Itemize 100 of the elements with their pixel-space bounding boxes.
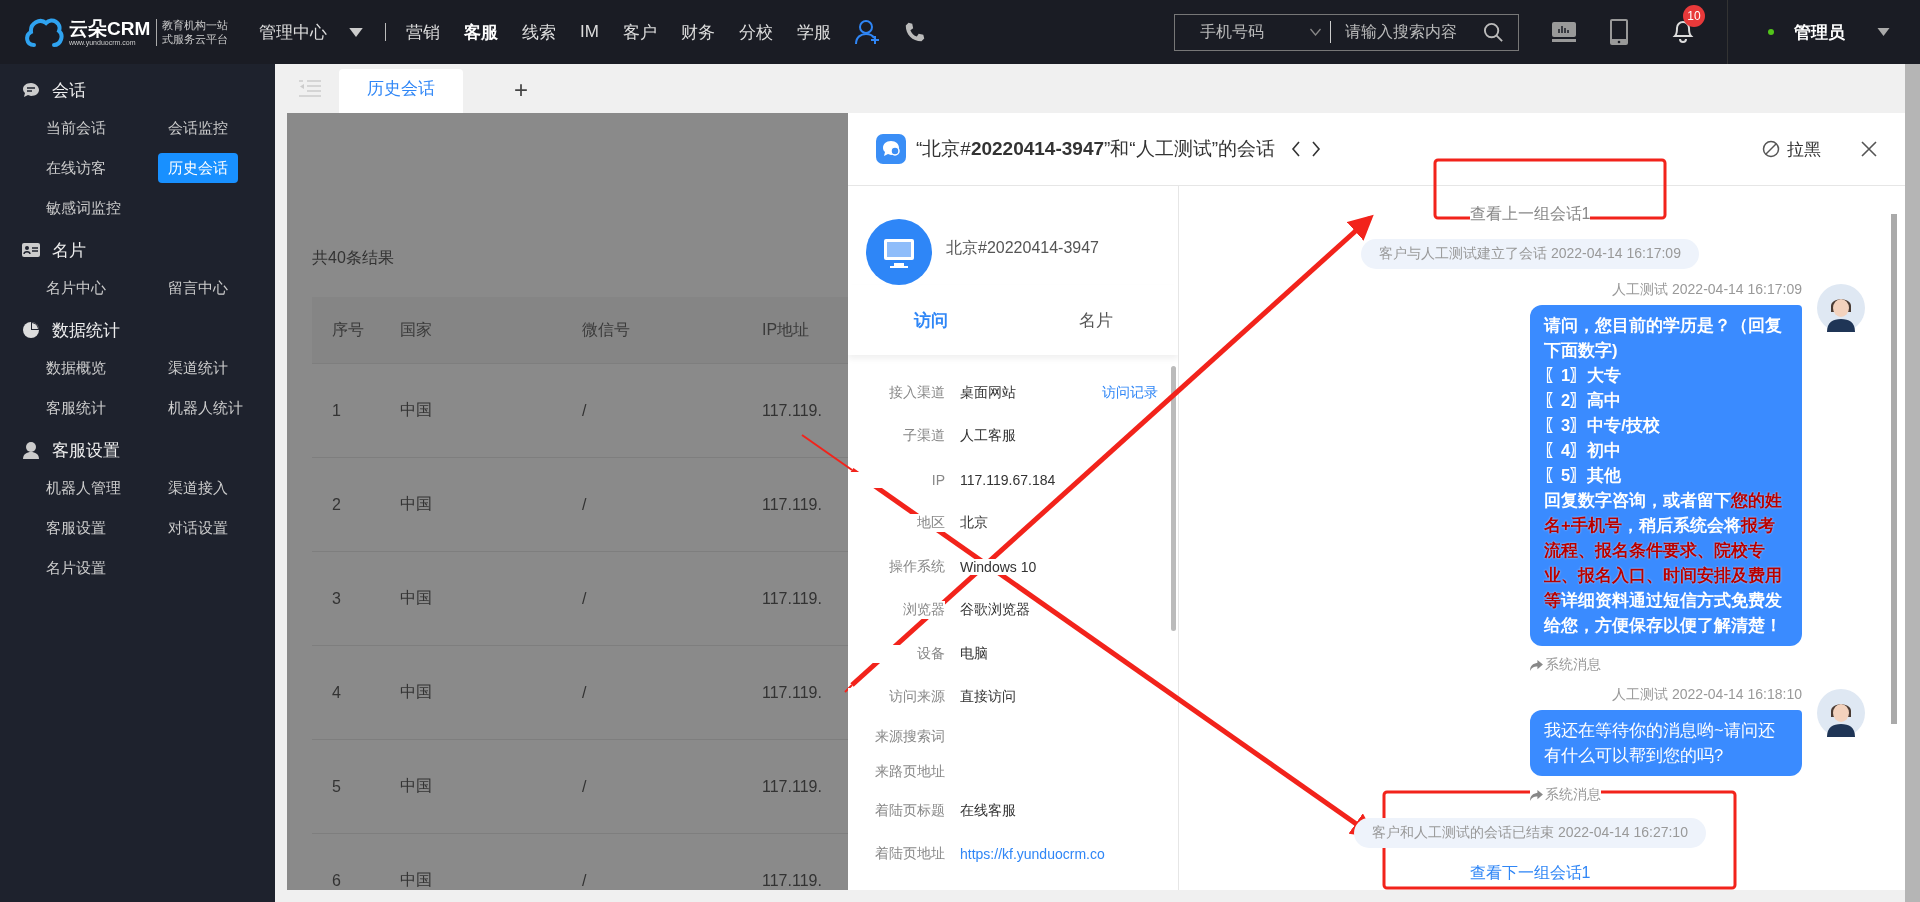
table-cell-text: 5 [331, 777, 342, 796]
table-cell-text: / [582, 589, 588, 608]
nav-link[interactable]: 客户 [622, 20, 657, 44]
scrollbar[interactable] [1891, 214, 1897, 724]
user-menu[interactable]: 管理员 [1788, 19, 1851, 45]
sidebar-group-title: 名片 [52, 239, 86, 262]
message-text: 〖4〗初中 [1544, 440, 1623, 461]
chevron-right-icon[interactable] [1311, 141, 1322, 157]
message-text: 请问，您目前的学历是？（回复下面数字) [1544, 315, 1783, 361]
notification-badge: 10 [1683, 5, 1705, 27]
module-dropdown[interactable]: 管理中心 [259, 20, 363, 44]
sidebar-item[interactable]: 渠道统计 [168, 353, 228, 383]
column-header: 国家 [400, 319, 433, 340]
sidebar-item[interactable]: 数据概览 [46, 353, 106, 383]
nav-link[interactable]: 财务 [680, 20, 715, 44]
caret-icon[interactable] [1877, 28, 1890, 36]
info-value: 桌面网站 [960, 383, 1016, 402]
column-header: IP地址 [762, 319, 811, 340]
message-text: 我还在等待你的消息哟~请问还有什么可以帮到您的吗? [1544, 720, 1776, 766]
sidebar-group-title: 会话 [52, 79, 86, 102]
column-header: 微信号 [582, 319, 631, 340]
table-cell-text: 3 [331, 589, 342, 608]
message-text: 回复数字咨询，或者留下您的姓名+手机号，稍后系统会将报考流程、报名条件要求、院校专业、报名入口、时间安排及费用等详细资料通过短信方式免费发给您，方便保存以便了解清楚！ [1544, 490, 1783, 636]
logo-slogan: 教育机构一站 [162, 18, 229, 32]
search-box[interactable]: 手机号码 请输入搜索内容 [1174, 13, 1519, 51]
forward-icon [1530, 659, 1543, 671]
table-cell-text: 117.119. [762, 777, 823, 796]
search-type-select[interactable]: 手机号码 [1175, 21, 1330, 43]
sidebar-item[interactable]: 在线访客 [46, 153, 106, 183]
pie-chart-icon [22, 321, 40, 339]
computer-avatar-icon [866, 219, 932, 285]
nav-link[interactable]: 客服 [464, 20, 498, 44]
nav-link[interactable]: 分校 [738, 20, 773, 44]
info-value: Windows 10 [960, 558, 1037, 575]
close-icon[interactable] [1861, 141, 1877, 157]
blacklist-button[interactable]: 拉黑 [1787, 137, 1821, 161]
landing-page-link[interactable]: https://kf.yunduocrm.co [960, 846, 1105, 863]
drawer-title: “北京#20220414-3947”和“人工测试”的会话 [916, 137, 1276, 161]
sidebar-item[interactable]: 对话设置 [168, 513, 228, 543]
table-cell-text: / [582, 871, 588, 890]
sidebar-item[interactable]: 留言中心 [168, 273, 228, 303]
scrollbar[interactable] [1905, 64, 1920, 902]
system-notice: 客户和人工测试的会话已结束 2022-04-14 16:27:10 [1354, 818, 1706, 848]
chat-bubble-icon [22, 82, 40, 98]
table-cell-text: 117.119. [762, 495, 823, 514]
nav-link[interactable]: IM [580, 22, 599, 42]
caret-icon [349, 27, 363, 37]
table-cell-text: 1 [331, 401, 342, 420]
nav-link[interactable]: 学服 [796, 20, 831, 44]
message-text: 〖5〗其他 [1544, 465, 1623, 486]
message-text: 〖2〗高中 [1544, 390, 1623, 411]
info-value: 在线客服 [960, 801, 1016, 820]
search-icon[interactable] [1483, 21, 1504, 43]
table-cell-text: 中国 [400, 494, 433, 514]
table-cell-text: 6 [331, 871, 342, 890]
sidebar-item[interactable]: 机器人管理 [46, 473, 121, 503]
sidebar-item[interactable]: 渠道接入 [168, 473, 228, 503]
monitor-chart-icon[interactable] [1551, 21, 1577, 43]
add-user-icon[interactable] [854, 19, 881, 45]
scrollbar[interactable] [1171, 366, 1176, 631]
sidebar-item[interactable]: 名片设置 [46, 553, 106, 583]
chevron-left-icon[interactable] [1291, 141, 1302, 157]
result-count: 共40条结果 [312, 248, 394, 268]
add-tab-button[interactable]: + [508, 75, 534, 105]
table-cell-text: 2 [331, 495, 342, 514]
block-icon [1762, 140, 1780, 158]
tablet-icon[interactable] [1609, 18, 1629, 46]
nav-link[interactable]: 线索 [522, 20, 556, 44]
previous-conversation-link[interactable]: 查看上一组会话1 [1469, 204, 1591, 225]
sidebar-item[interactable]: 当前会话 [46, 113, 106, 143]
system-notice: 客户与人工测试建立了会话 2022-04-14 16:17:09 [1361, 239, 1699, 269]
sidebar-group-title: 数据统计 [52, 319, 120, 342]
next-conversation-link[interactable]: 查看下一组会话1 [1469, 863, 1591, 884]
column-header: 序号 [331, 319, 365, 340]
table-cell-text: / [582, 683, 588, 702]
sidebar-item[interactable]: 敏感词监控 [46, 193, 121, 223]
logo-slogan: 式服务云平台 [162, 32, 229, 46]
table-cell-text: 中国 [400, 588, 433, 608]
sidebar-item[interactable]: 机器人统计 [168, 393, 243, 423]
tab[interactable]: 访问 [848, 308, 1013, 332]
table-cell-text: 中国 [400, 400, 433, 420]
message-text: 〖3〗中专/技校 [1544, 415, 1661, 436]
table-cell-text: 中国 [400, 870, 433, 890]
tab[interactable]: 名片 [1013, 308, 1178, 332]
avatar-icon [1817, 689, 1865, 737]
table-cell-text: 117.119. [762, 589, 823, 608]
table-cell-text: / [582, 401, 588, 420]
visit-history-link[interactable]: 访问记录 [1102, 383, 1158, 402]
sidebar-item[interactable]: 名片中心 [46, 273, 106, 303]
tab[interactable]: 历史会话 [339, 69, 463, 113]
chevron-down-icon [1309, 28, 1322, 36]
id-card-icon [22, 243, 40, 257]
table-cell-text: 中国 [400, 682, 433, 702]
info-value: 人工客服 [960, 427, 1016, 446]
info-label: IP [848, 471, 945, 488]
nav-link[interactable]: 营销 [406, 20, 440, 44]
sidebar-item[interactable]: 客服设置 [46, 513, 106, 543]
forward-icon [1530, 789, 1543, 801]
sidebar-item[interactable]: 客服统计 [46, 393, 106, 423]
sidebar-item[interactable]: 会话监控 [168, 113, 228, 143]
